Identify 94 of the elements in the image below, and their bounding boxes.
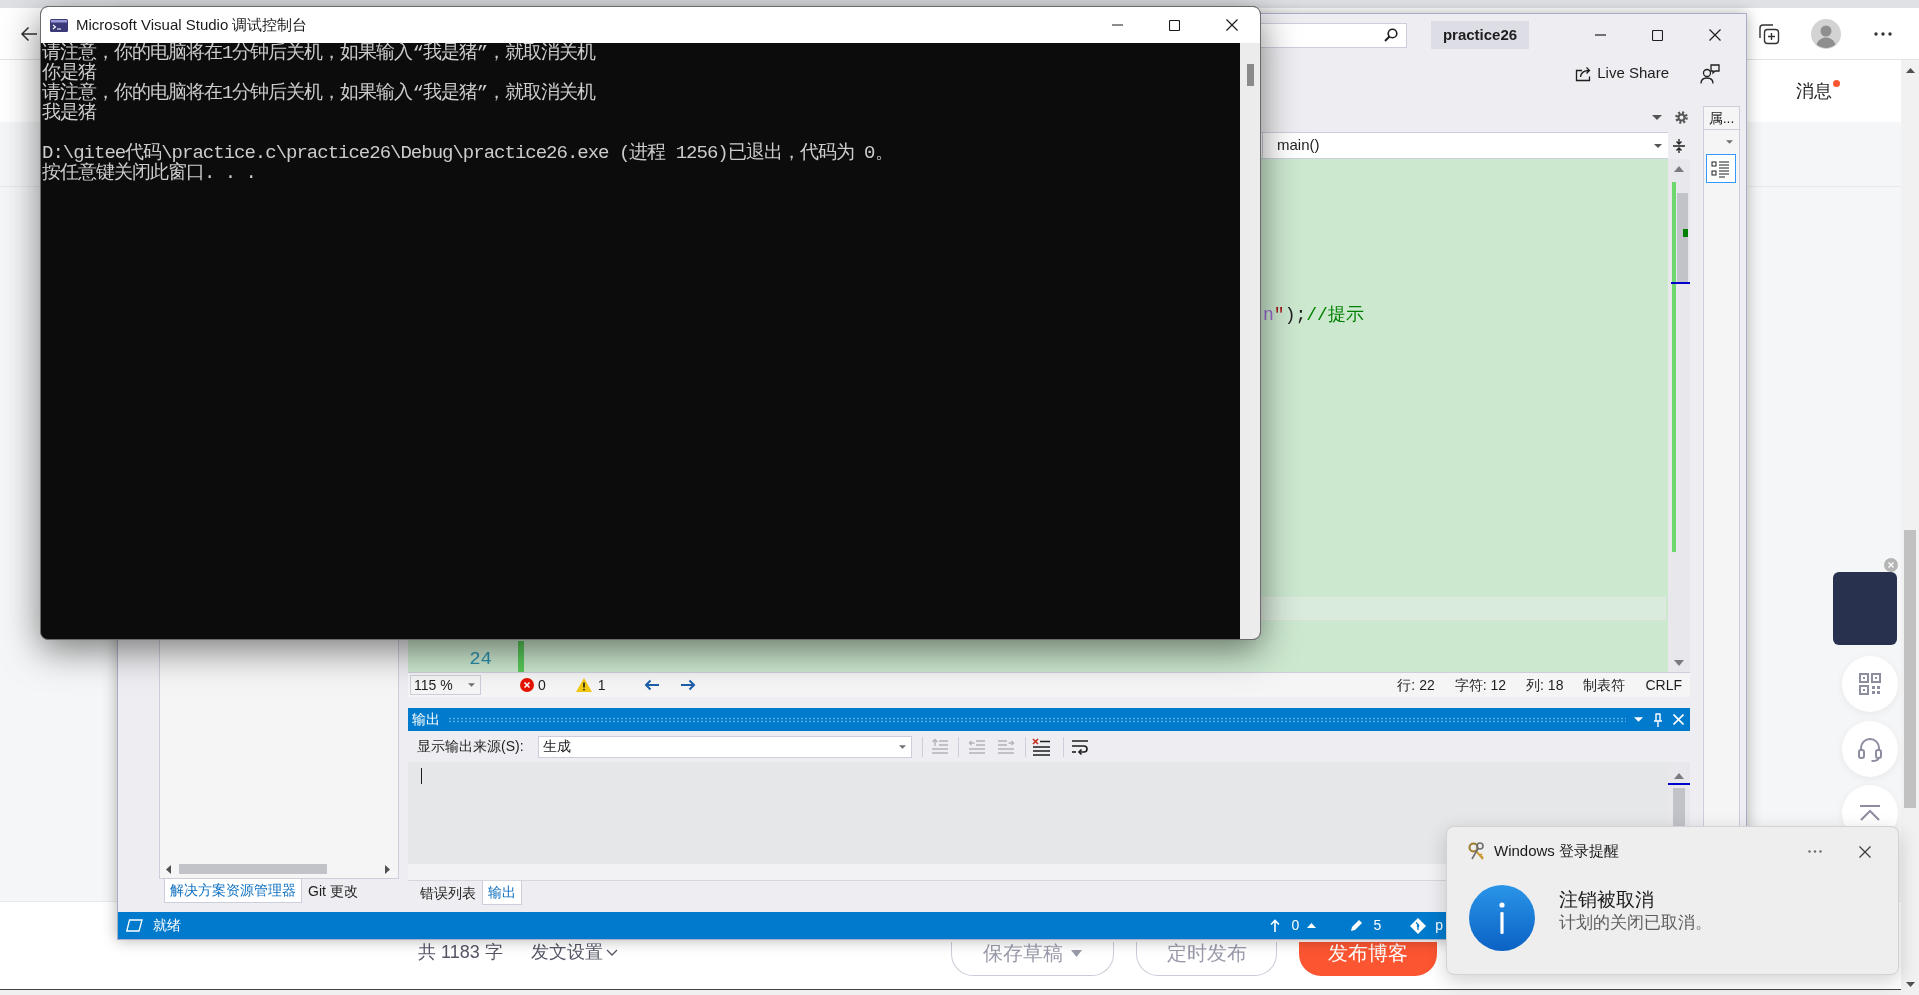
error-icon[interactable] — [520, 678, 534, 692]
console-line: D:\gitee代码\practice.c\practice26\Debug\practice26.exe (进程 1256)已退出，代码为 0。 — [42, 143, 893, 163]
live-share-button[interactable]: Live Share — [1573, 61, 1671, 86]
messages-link[interactable]: 消息 — [1796, 79, 1832, 103]
caret-icon — [899, 744, 906, 749]
status-text: 就绪 — [153, 916, 181, 935]
scroll-right-icon[interactable] — [385, 864, 390, 874]
scrollbar-thumb[interactable] — [179, 864, 327, 874]
publish-settings-link[interactable]: 发文设置 — [531, 942, 618, 963]
line-ending-indicator: CRLF — [1645, 675, 1682, 695]
member-dropdown[interactable]: main() — [1262, 133, 1668, 158]
change-marker — [1683, 229, 1688, 237]
zoom-dropdown[interactable]: 115 % — [410, 675, 481, 695]
console-app-icon — [50, 18, 68, 32]
chevron-down-icon — [606, 949, 618, 956]
line-number: 24 — [468, 647, 492, 672]
console-line: 请注意，你的电脑将在1分钟后关机，如果输入“我是猪”，就取消关机 — [42, 43, 596, 63]
scrollbar-thumb[interactable] — [1246, 64, 1254, 86]
indent-mode-indicator: 制表符 — [1583, 675, 1626, 695]
caret-icon[interactable] — [1726, 140, 1733, 144]
character-indicator: 字符: 12 — [1454, 675, 1507, 695]
back-arrow-icon[interactable] — [20, 25, 38, 42]
settings-icon[interactable] — [1675, 110, 1688, 124]
caret-icon[interactable] — [1652, 114, 1662, 120]
git-icon[interactable] — [1410, 917, 1427, 934]
status-icon — [126, 919, 143, 932]
scrollbar-thumb[interactable] — [1904, 530, 1916, 808]
maximize-icon[interactable] — [1169, 19, 1180, 31]
close-icon[interactable] — [1225, 19, 1238, 31]
scrollbar-thumb[interactable] — [1677, 193, 1688, 283]
scroll-down-icon[interactable] — [1905, 982, 1915, 987]
project-name: practice26 — [1431, 21, 1529, 49]
caret-icon[interactable] — [1634, 717, 1643, 722]
branch-name[interactable]: p — [1435, 915, 1443, 936]
more-icon[interactable] — [1874, 31, 1892, 36]
pin-icon[interactable] — [1653, 712, 1663, 727]
panel-tab[interactable]: 解决方案资源管理器 — [164, 879, 302, 903]
search-icon[interactable] — [1384, 28, 1398, 42]
collections-icon[interactable] — [1758, 22, 1780, 45]
word-count: 共 1183 字 — [418, 942, 504, 963]
output-source-dropdown[interactable]: 生成 — [538, 735, 912, 758]
caret-position-marker — [1671, 282, 1690, 284]
scrollbar[interactable] — [1240, 43, 1260, 639]
scroll-up-icon[interactable] — [1674, 166, 1684, 172]
close-icon[interactable] — [1708, 29, 1721, 41]
outgoing-count[interactable]: 0 — [1291, 915, 1300, 936]
text-cursor — [421, 768, 422, 784]
close-icon[interactable] — [1859, 845, 1871, 858]
properties-tab[interactable]: 属... — [1704, 107, 1739, 130]
notification-title: 注销被取消 — [1559, 888, 1654, 912]
caret-up-icon[interactable] — [1307, 923, 1317, 928]
caret-position-marker — [1668, 783, 1690, 785]
changes-count[interactable]: 5 — [1373, 915, 1382, 936]
maximize-icon[interactable] — [1652, 29, 1663, 41]
search-field[interactable] — [1259, 22, 1407, 48]
panel-tab[interactable]: 错误列表 — [414, 881, 482, 905]
caret-icon — [1654, 143, 1662, 148]
scrollbar[interactable] — [1668, 159, 1690, 672]
caret-icon — [1071, 950, 1082, 957]
warning-icon[interactable] — [575, 678, 592, 692]
keys-icon — [1468, 842, 1485, 861]
panel-tab[interactable]: Git 更改 — [302, 879, 364, 903]
console-line: 我是猪 — [42, 103, 96, 123]
panel-title: 输出 — [412, 710, 440, 729]
column-indicator: 列: 18 — [1526, 675, 1564, 695]
panel-tab[interactable]: 输出 — [482, 881, 522, 905]
feedback-icon[interactable] — [1700, 63, 1720, 84]
list-x-icon[interactable] — [1032, 737, 1050, 756]
output-source-label: 显示输出来源(S): — [417, 737, 525, 756]
pencil-icon[interactable] — [1350, 919, 1364, 932]
arrow-left-icon[interactable] — [643, 679, 660, 691]
code-line: n");//提示 — [1263, 304, 1364, 326]
error-count: 0 — [538, 675, 546, 695]
scroll-left-icon[interactable] — [166, 864, 171, 874]
scroll-up-icon[interactable] — [1905, 68, 1915, 73]
caret-icon — [468, 683, 475, 687]
split-editor-icon[interactable] — [1672, 137, 1686, 154]
scrollbar[interactable] — [1901, 60, 1919, 995]
info-icon — [1469, 885, 1535, 951]
window-title: Microsoft Visual Studio 调试控制台 — [76, 14, 308, 35]
scroll-up-icon[interactable] — [1674, 773, 1684, 779]
arrow-up-icon[interactable] — [1269, 919, 1280, 932]
notification-app-name: Windows 登录提醒 — [1494, 841, 1620, 862]
wrap-arrow-icon[interactable] — [1071, 737, 1089, 756]
share-icon — [1575, 65, 1592, 82]
warning-count: 1 — [597, 675, 606, 695]
scroll-down-icon[interactable] — [1674, 660, 1684, 666]
arrow-right-icon[interactable] — [679, 679, 696, 691]
notification-message: 计划的关闭已取消。 — [1559, 912, 1712, 934]
properties-list-icon[interactable] — [1706, 154, 1736, 183]
line-indicator: 行: 22 — [1397, 675, 1435, 695]
avatar-icon[interactable] — [1811, 18, 1841, 49]
console-line: 按任意键关闭此窗口. . . — [42, 163, 256, 183]
change-bar — [518, 641, 524, 672]
